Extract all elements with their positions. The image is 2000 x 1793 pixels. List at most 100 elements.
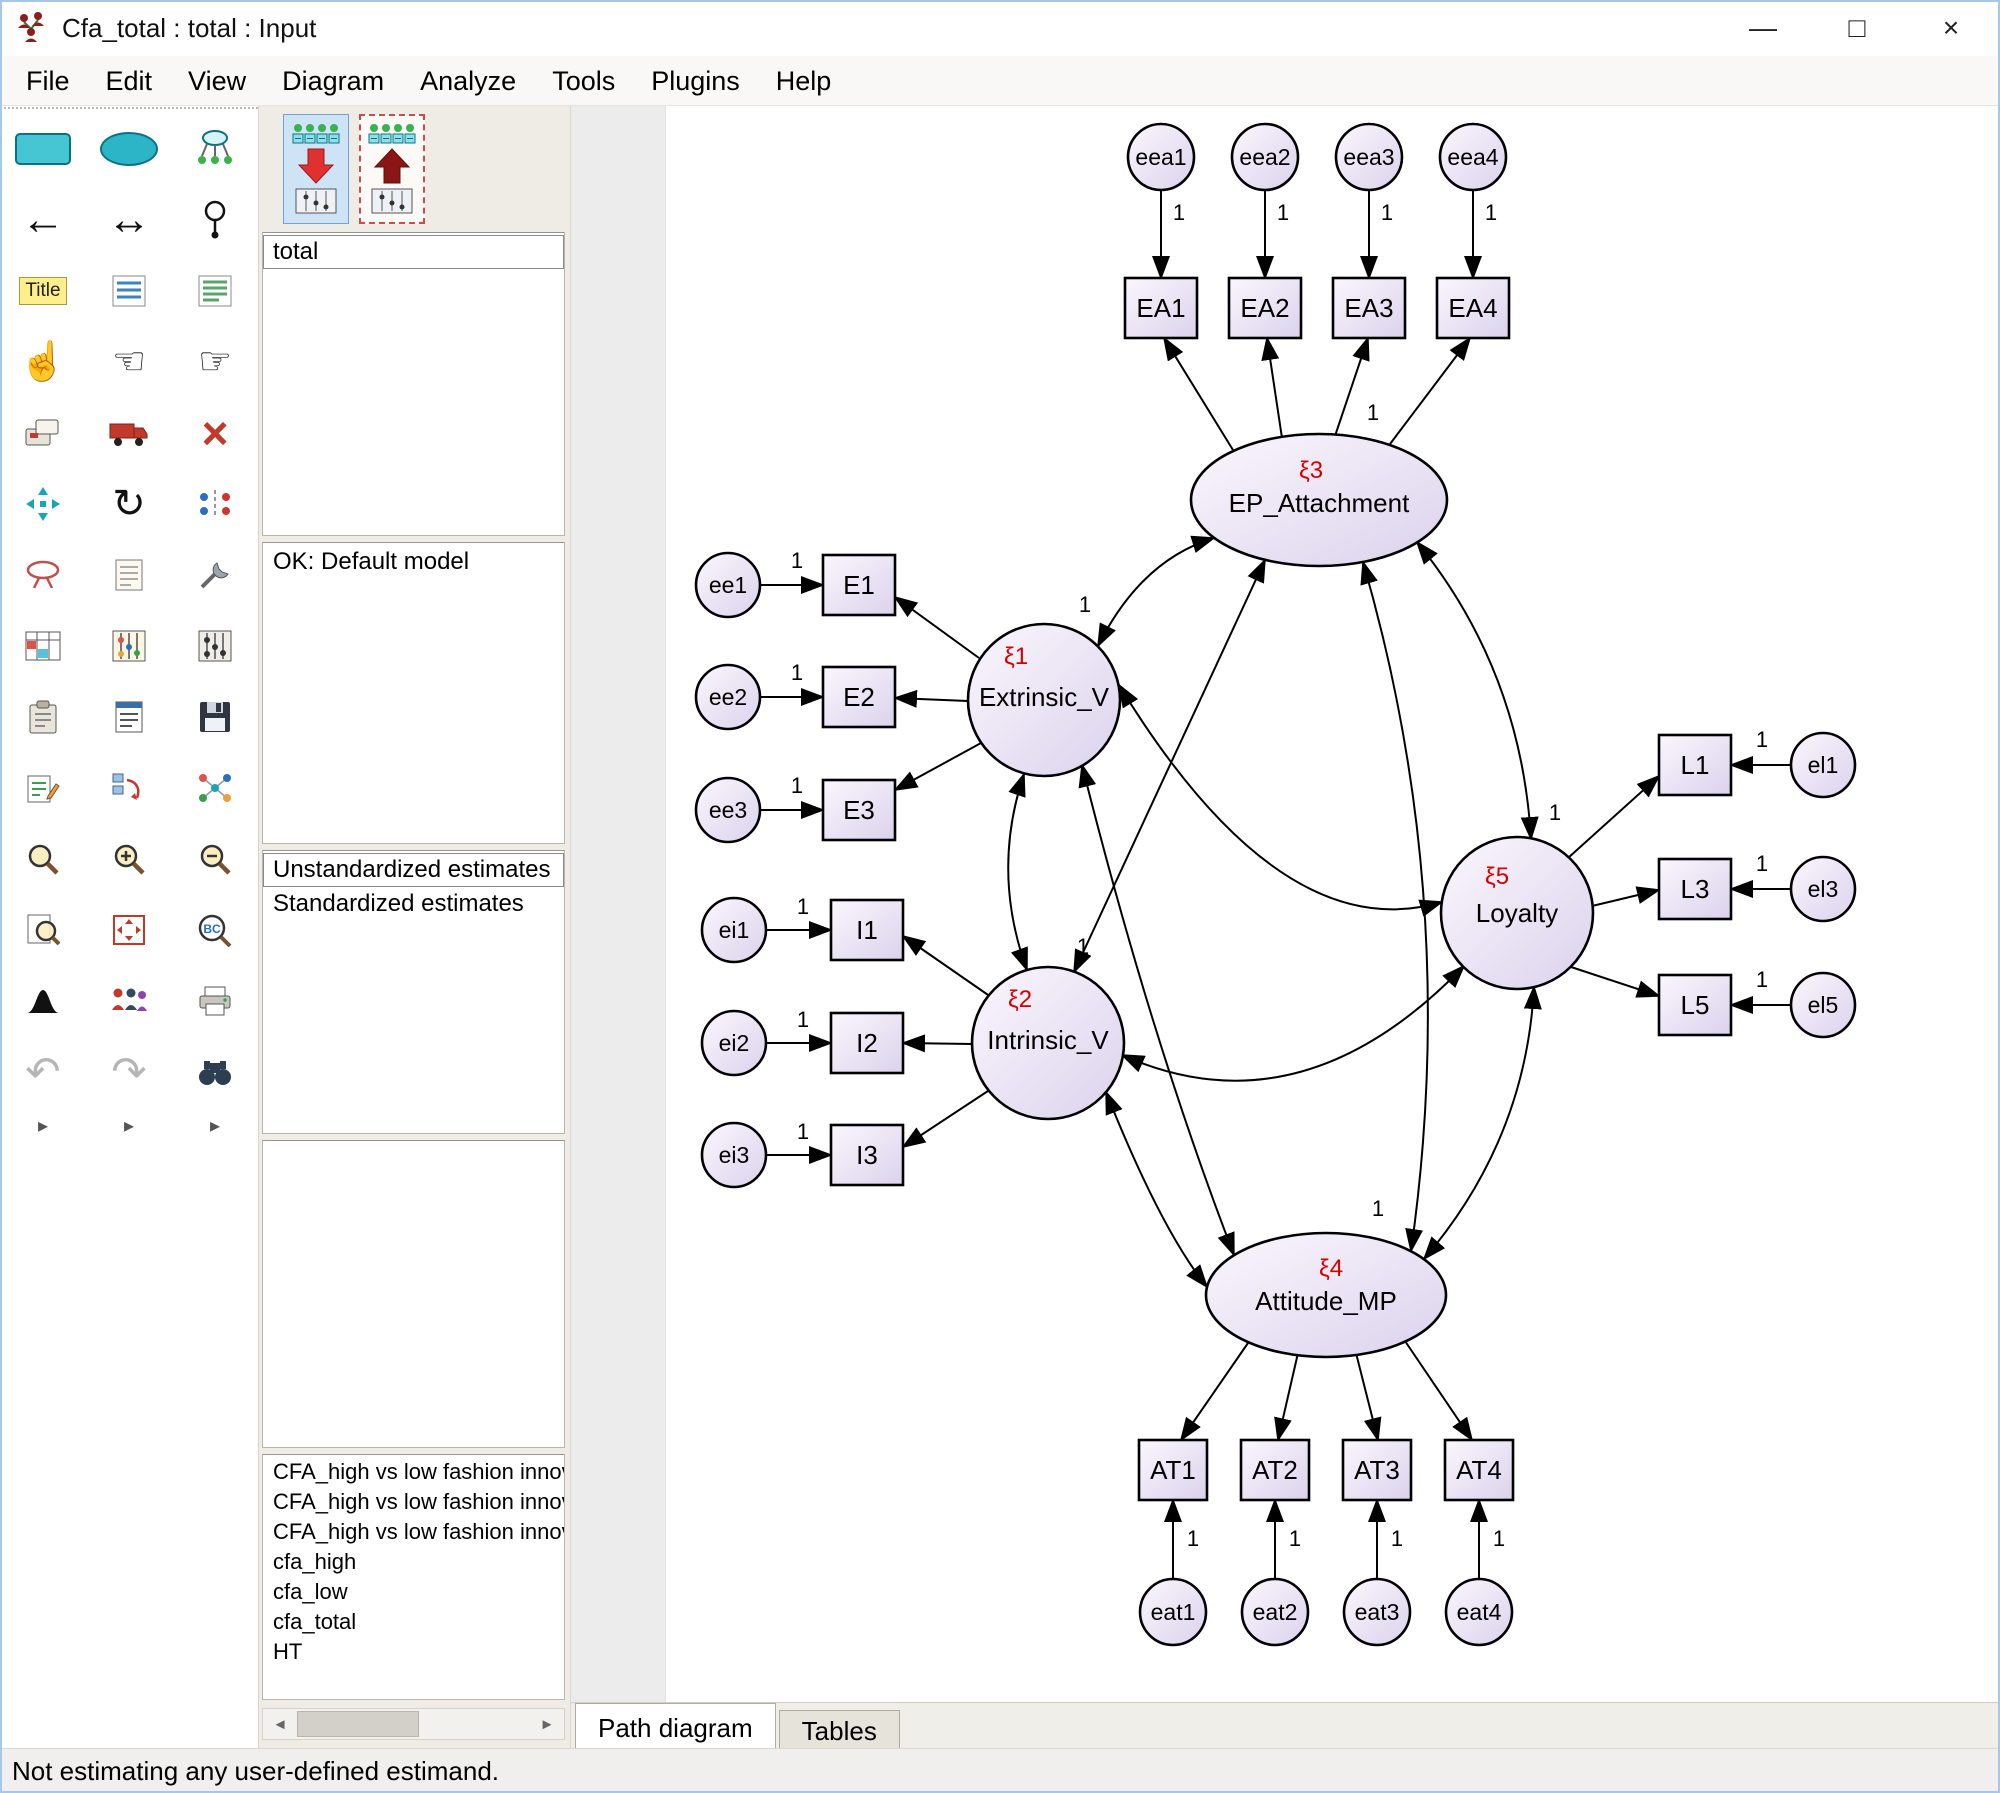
object-properties-tool[interactable] [0,752,86,823]
list-item[interactable]: cfa_low [263,1577,564,1607]
fit-to-page-tool[interactable] [86,894,172,965]
covariance-arrow[interactable] [1417,542,1531,839]
data-files-tool[interactable] [0,610,86,681]
variables-in-model-tool[interactable] [86,255,172,326]
list-item[interactable]: Standardized estimates [263,887,564,921]
menu-edit[interactable]: Edit [88,56,171,106]
select-all-tool[interactable]: ☜ [86,326,172,397]
move-tool[interactable] [86,397,172,468]
models-list[interactable]: OK: Default model [262,542,565,844]
loading-arrow[interactable] [895,743,981,790]
view-output-path-diagram-button[interactable] [359,114,425,224]
loading-arrow[interactable] [1387,338,1470,448]
deselect-all-tool[interactable]: ☞ [172,326,258,397]
zoom-page-tool[interactable] [0,894,86,965]
rotate-indicators-tool[interactable]: ↻ [86,468,172,539]
drag-properties-tool[interactable] [86,752,172,823]
reflect-indicators-tool[interactable] [172,468,258,539]
zoom-out-tool[interactable] [172,823,258,894]
scroll-right-icon[interactable]: ► [530,1709,564,1739]
close-button[interactable]: × [1904,0,1998,56]
maximize-button[interactable]: □ [1810,0,1904,56]
list-item[interactable]: cfa_high [263,1547,564,1577]
covariance-arrow[interactable] [1122,966,1464,1081]
computation-summary-list[interactable] [262,1140,565,1448]
scrollbar-track[interactable] [419,1709,530,1739]
menu-diagram[interactable]: Diagram [264,56,402,106]
loading-arrow[interactable] [903,1089,991,1147]
menu-plugins[interactable]: Plugins [633,56,758,106]
draw-latent-indicators-tool[interactable] [172,113,258,184]
list-item[interactable]: Unstandardized estimates [263,853,564,887]
menu-tools[interactable]: Tools [534,56,633,106]
loading-arrow[interactable] [895,597,979,658]
draw-ellipse-tool[interactable] [86,113,172,184]
loading-arrow[interactable] [1278,1353,1298,1440]
path-diagram-svg[interactable]: EA1EA2EA3EA4E1E2E3I1I2I3L1L3L5AT1AT2AT3A… [571,106,2000,1702]
zoom-in-tool[interactable] [86,823,172,894]
figure-title-tool[interactable]: Title [0,255,86,326]
zoom-select-tool[interactable] [0,823,86,894]
view-input-path-diagram-button[interactable] [283,114,349,224]
list-item[interactable]: CFA_high vs low fashion innova [263,1487,564,1517]
menu-view[interactable]: View [170,56,264,106]
analysis-properties-tool[interactable] [86,610,172,681]
tab-tables[interactable]: Tables [779,1710,900,1748]
tab-path-diagram[interactable]: Path diagram [575,1703,776,1748]
loading-arrow[interactable] [1164,338,1233,450]
save-diagram-tool[interactable] [172,681,258,752]
add-error-variable-tool[interactable] [172,184,258,255]
touch-up-tool[interactable] [0,539,86,610]
list-item[interactable]: CFA_high vs low fashion innova [263,1517,564,1547]
list-item[interactable]: cfa_total [263,1607,564,1637]
loading-arrow[interactable] [1405,1341,1472,1440]
loading-arrow[interactable] [903,1043,972,1044]
shape-change-tool[interactable] [172,539,258,610]
covariance-arrow[interactable] [1008,774,1027,970]
variables-in-dataset-tool[interactable] [172,255,258,326]
covariance-arrow[interactable] [1106,1092,1207,1287]
preserve-symmetries-tool[interactable] [172,752,258,823]
calculate-estimates-tool[interactable] [172,610,258,681]
covariance-arrow[interactable] [1119,685,1442,909]
redo-tool[interactable]: ↷ [86,1036,172,1107]
menu-file[interactable]: File [8,56,88,106]
loading-arrow[interactable] [1181,1343,1248,1440]
loading-arrow[interactable] [1568,966,1659,996]
duplicate-tool[interactable] [0,397,86,468]
list-item[interactable]: CFA_high vs low fashion innova [263,1457,564,1487]
loupe-tool[interactable]: BC [172,894,258,965]
toolbar-overflow-icon[interactable]: ▸ [0,1113,86,1138]
scroll-left-icon[interactable]: ◄ [263,1709,297,1739]
multiple-group-tool[interactable] [86,965,172,1036]
loading-arrow[interactable] [1356,1353,1378,1440]
bayesian-analysis-tool[interactable] [0,965,86,1036]
specification-search-tool[interactable] [172,1036,258,1107]
toolbar-overflow-icon[interactable]: ▸ [86,1113,172,1138]
loading-arrow[interactable] [895,698,968,701]
covariance-arrow[interactable] [1424,987,1534,1259]
files-scrollbar[interactable]: ◄ ► [262,1708,565,1740]
list-item[interactable]: total [263,235,564,269]
minimize-button[interactable]: — [1716,0,1810,56]
draw-rectangle-tool[interactable] [0,113,86,184]
menu-analyze[interactable]: Analyze [402,56,534,106]
loading-arrow[interactable] [1592,890,1659,906]
menu-help[interactable]: Help [758,56,850,106]
erase-tool[interactable]: × [172,397,258,468]
draw-path-arrow-tool[interactable]: ← [0,184,86,255]
loading-arrow[interactable] [1335,338,1368,436]
copy-to-clipboard-tool[interactable] [0,681,86,752]
covariance-arrow[interactable] [1074,560,1265,972]
list-item[interactable]: OK: Default model [263,545,564,579]
text-output-tool[interactable] [86,681,172,752]
undo-tool[interactable]: ↶ [0,1036,86,1107]
scroll-tool[interactable] [86,539,172,610]
draw-covariance-tool[interactable]: ↔ [86,184,172,255]
loading-arrow[interactable] [1267,338,1282,438]
print-tool[interactable] [172,965,258,1036]
move-parameter-tool[interactable] [0,468,86,539]
loading-arrow[interactable] [903,936,991,997]
groups-list[interactable]: total [262,232,565,536]
files-list[interactable]: CFA_high vs low fashion innovaCFA_high v… [262,1454,565,1700]
